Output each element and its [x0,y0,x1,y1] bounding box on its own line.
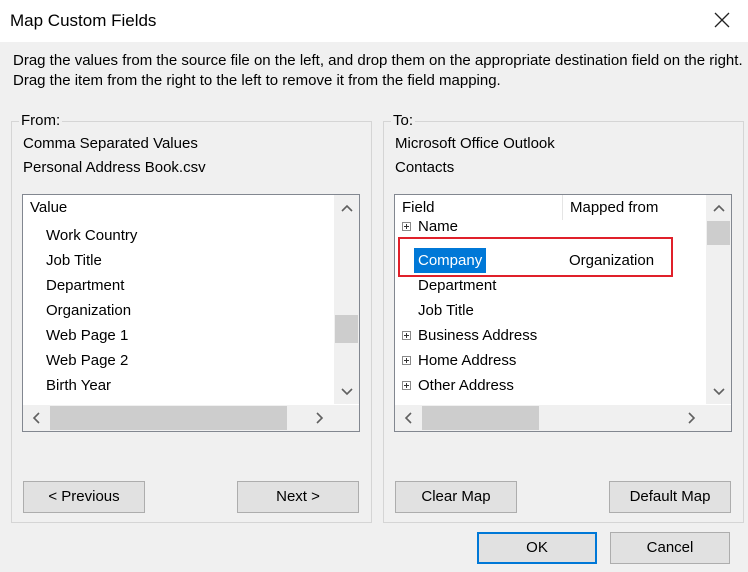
mapped-from-value: Organization [569,252,655,269]
chevron-up-icon [340,204,353,212]
from-legend: From: [19,112,63,130]
expand-plus-icon[interactable] [402,331,411,340]
destination-field-label: Home Address [418,352,517,369]
source-list-item-label: Job Title [46,252,102,269]
from-group: From: Comma Separated Values Personal Ad… [11,112,372,523]
destination-field-row[interactable]: Job Title [395,298,706,323]
source-list-item-label: Work Country [46,227,138,244]
scroll-left-arrow[interactable] [395,405,420,430]
to-group: To: Microsoft Office Outlook Contacts Fi… [383,112,744,523]
chevron-down-icon [340,387,353,395]
chevron-left-icon [404,411,412,424]
source-list-item-label: Birth Year [46,377,112,394]
scroll-down-arrow[interactable] [706,379,731,404]
to-legend: To: [391,112,416,130]
close-button[interactable] [704,4,740,36]
scroll-corner [706,405,731,431]
chevron-up-icon [712,204,725,212]
chevron-right-icon [315,411,323,424]
clear-map-button[interactable]: Clear Map [395,481,517,513]
title-bar: Map Custom Fields [0,0,748,42]
scroll-right-arrow[interactable] [679,405,704,430]
destination-vertical-scrollbar[interactable] [706,195,731,404]
source-list-item[interactable]: Web Page 1 [23,323,334,348]
destination-field-row[interactable]: Home Address [395,348,706,373]
destination-hscroll-thumb[interactable] [422,406,539,430]
instructions-text: Drag the values from the source file on … [13,52,743,89]
chevron-right-icon [687,411,695,424]
scroll-up-arrow[interactable] [706,195,731,220]
source-file: Personal Address Book.csv [23,159,206,176]
chevron-down-icon [712,387,725,395]
scroll-up-arrow[interactable] [334,195,359,220]
expand-plus-icon[interactable] [402,381,411,390]
source-type: Comma Separated Values [23,135,198,152]
source-list-item-label: Organization [46,302,132,319]
expand-plus-icon[interactable] [402,356,411,365]
source-horizontal-scrollbar[interactable] [23,405,334,431]
destination-field-label: Department [418,277,497,294]
source-vertical-scrollbar[interactable] [334,195,359,404]
scroll-right-arrow[interactable] [307,405,332,430]
expand-plus-icon[interactable] [402,222,411,231]
destination-horizontal-scrollbar[interactable] [395,405,706,431]
source-list-item[interactable]: Web Page 2 [23,348,334,373]
destination-field-row[interactable]: Department [395,273,706,298]
chevron-left-icon [32,411,40,424]
source-list-item-label: Web Page 2 [46,352,129,369]
source-list-header: Value [23,195,336,220]
source-list-item[interactable]: Birth Year [23,373,334,398]
destination-field-label: Job Title [418,302,474,319]
destination-field-row[interactable]: Name [395,214,706,239]
destination-field-label: Company [414,248,487,273]
destination-field-list[interactable]: Field Mapped from Name Company Organizatio… [394,194,732,432]
source-list-item[interactable]: Job Title [23,248,334,273]
destination-field-label: Other Address [418,377,514,394]
target-app: Microsoft Office Outlook [395,135,555,152]
close-icon [714,12,730,28]
value-column-header[interactable]: Value [23,195,67,220]
destination-field-row[interactable]: Business Address [395,323,706,348]
source-vscroll-thumb[interactable] [335,315,358,343]
destination-field-label: Name [418,218,459,235]
destination-vscroll-thumb[interactable] [707,221,730,245]
scroll-left-arrow[interactable] [23,405,48,430]
destination-field-row[interactable]: Company Organization [395,248,706,273]
source-list-item[interactable]: Department [23,273,334,298]
source-list-item[interactable]: Organization [23,298,334,323]
source-list-item[interactable]: Work Country [23,223,334,248]
default-map-button[interactable]: Default Map [609,481,731,513]
scroll-corner [334,405,359,431]
source-value-list[interactable]: Value Work Country Job Title Department Org… [22,194,360,432]
window-title: Map Custom Fields [10,11,157,30]
ok-button[interactable]: OK [477,532,597,564]
source-list-item-label: Department [46,277,125,294]
next-button[interactable]: Next > [237,481,359,513]
source-list-item-label: Web Page 1 [46,327,129,344]
target-folder: Contacts [395,159,455,176]
previous-button[interactable]: < Previous [23,481,145,513]
destination-field-label: Business Address [418,327,538,344]
source-hscroll-thumb[interactable] [50,406,287,430]
destination-field-row[interactable]: Other Address [395,373,706,398]
cancel-button[interactable]: Cancel [610,532,730,564]
scroll-down-arrow[interactable] [334,379,359,404]
